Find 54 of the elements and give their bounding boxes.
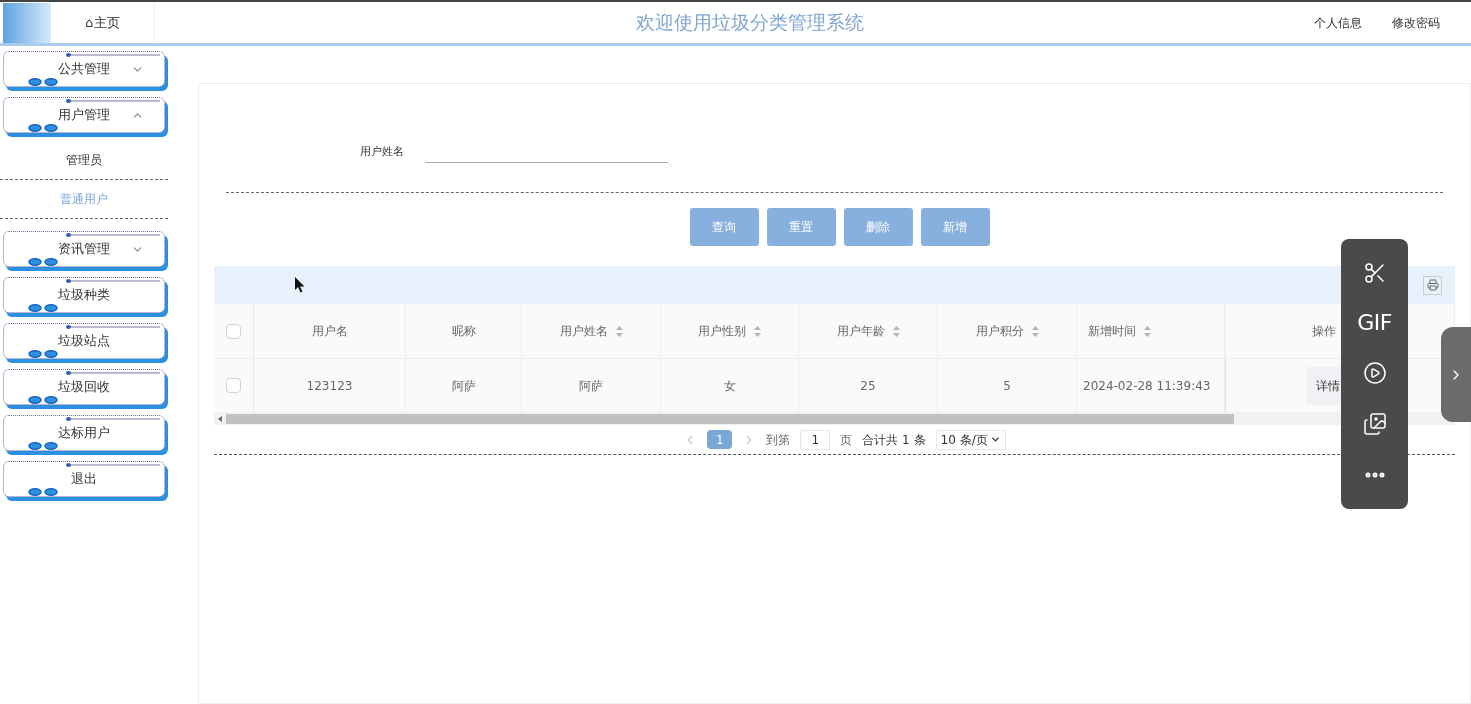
header-link[interactable]: 修改密码: [1392, 13, 1440, 32]
ornament-line-icon: [66, 371, 160, 375]
ornament-line-icon: [66, 233, 160, 237]
print-button[interactable]: [1423, 275, 1442, 295]
header-text: 新增时间: [1088, 323, 1136, 340]
ornament-line-icon: [66, 99, 160, 103]
ornament-circles-icon: [28, 258, 59, 266]
header-ornament-icon: [3, 2, 51, 43]
sort-icon[interactable]: [615, 325, 623, 337]
scissors-icon[interactable]: [1362, 260, 1387, 285]
header-text: 操作: [1312, 323, 1336, 340]
ornament-line-icon: [66, 279, 160, 283]
mouse-cursor-icon: [295, 277, 306, 293]
ornament-circles-icon: [28, 442, 59, 450]
header-link[interactable]: 个人信息: [1314, 13, 1362, 32]
window-title: 欢迎使用垃圾分类管理系统: [634, 10, 865, 36]
side-expand-tab[interactable]: [1441, 327, 1471, 422]
sort-icon[interactable]: [1031, 325, 1039, 337]
header-text: 用户性别: [698, 323, 746, 340]
scroll-left-icon[interactable]: [218, 415, 222, 422]
header-text: 用户名: [311, 323, 348, 340]
gif-button[interactable]: GIF: [1357, 311, 1392, 334]
header-text: 用户姓名: [559, 323, 608, 340]
ornament-line-icon: [66, 325, 160, 329]
page-unit: 页: [840, 431, 853, 449]
page-input[interactable]: 1: [800, 429, 831, 450]
total-count: 合计共 1 条: [862, 431, 926, 449]
home-tab[interactable]: ⌂主页: [51, 2, 155, 43]
play-icon[interactable]: [1362, 360, 1387, 385]
ornament-circles-icon: [28, 304, 59, 312]
submenu-item[interactable]: 管理员: [0, 141, 168, 180]
checkbox[interactable]: [226, 378, 241, 393]
header-text: 用户年龄: [836, 323, 885, 340]
checkbox[interactable]: [226, 323, 241, 339]
header-text: 昵称: [451, 323, 476, 340]
ornament-circles-icon: [28, 396, 59, 404]
ornament-line-icon: [66, 417, 160, 421]
ornament-circles-icon: [28, 350, 59, 358]
ornament-circles-icon: [28, 124, 59, 132]
sort-icon[interactable]: [1144, 325, 1151, 337]
ornament-circles-icon: [28, 78, 59, 86]
caret-icon: [989, 434, 1001, 445]
horizontal-scrollbar[interactable]: [214, 412, 1455, 425]
header-text: 用户积分: [975, 323, 1024, 340]
sort-icon[interactable]: [892, 325, 900, 337]
field-label: 用户姓名: [360, 143, 405, 160]
sort-icon[interactable]: [754, 325, 761, 337]
page-size-select[interactable]: 10 条/页: [935, 429, 1006, 450]
print-icon: [1426, 279, 1439, 291]
ornament-line-icon: [66, 463, 160, 467]
goto-label: 到第: [766, 431, 791, 449]
ornament-circles-icon: [28, 488, 59, 496]
images-icon[interactable]: [1362, 412, 1387, 437]
ornament-line-icon: [66, 53, 160, 57]
